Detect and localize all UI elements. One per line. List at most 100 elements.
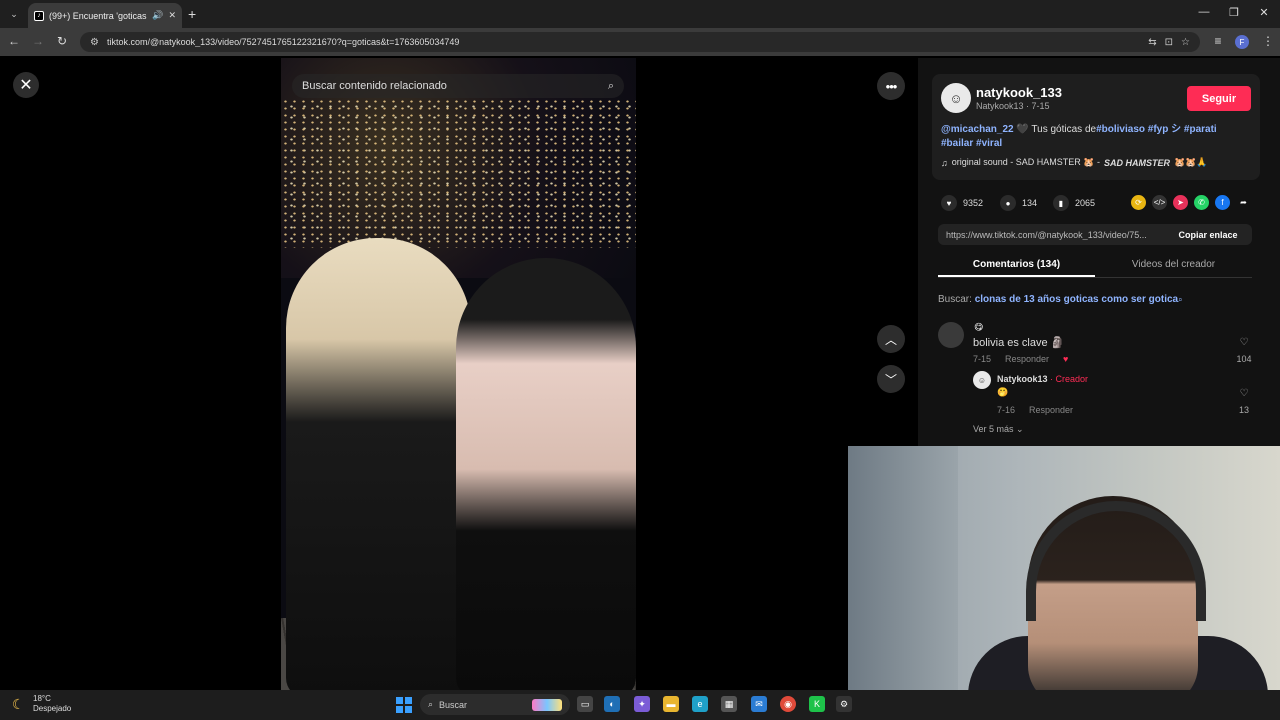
reply-author[interactable]: Natykook13 · Creador xyxy=(997,374,1088,384)
related-search-bar[interactable]: Buscar contenido relacionado ⌕ xyxy=(292,74,624,98)
minimize-icon[interactable]: — xyxy=(1196,6,1212,18)
sound-prefix: original sound - SAD HAMSTER 🐹 - xyxy=(951,157,1100,167)
tab-creator-videos[interactable]: Videos del creador xyxy=(1095,256,1252,277)
kick-icon[interactable]: K xyxy=(809,696,825,712)
follow-button[interactable]: Seguir xyxy=(1187,86,1251,111)
reply-date: 7-16 xyxy=(997,405,1016,415)
send-icon[interactable]: ➤ xyxy=(1173,195,1188,210)
facebook-icon[interactable]: f xyxy=(1215,195,1230,210)
browser-tab[interactable]: ♪ (99+) Encuentra 'goticas' en 🔊 ✕ xyxy=(28,3,182,28)
search-suggestion[interactable]: Buscar: clonas de 13 años goticas como s… xyxy=(938,294,1183,305)
comment-meta: 7-15 Responder ♥ xyxy=(973,354,1068,364)
view-more-replies[interactable]: Ver 5 más ⌄ xyxy=(973,424,1024,435)
site-info-icon[interactable]: ⚙ xyxy=(90,37,99,48)
tab-title: (99+) Encuentra 'goticas' en xyxy=(49,10,148,21)
close-window-icon[interactable]: ✕ xyxy=(1256,6,1272,19)
embed-icon[interactable]: </> xyxy=(1152,195,1167,210)
video-caption: @micachan_22 🖤 Tus góticas de#boliviaso … xyxy=(941,123,1241,151)
taskbar-search-label: Buscar xyxy=(439,699,468,710)
sound-link[interactable]: ♫ original sound - SAD HAMSTER 🐹 - SAD H… xyxy=(941,157,1208,168)
back-icon[interactable]: ← xyxy=(6,34,22,48)
sound-name: SAD HAMSTER xyxy=(1104,157,1171,168)
tab-search-icon[interactable]: ⌄ xyxy=(6,6,22,22)
comment-text: bolivia es clave 🗿 xyxy=(973,337,1065,349)
copy-link-button[interactable]: Copiar enlace xyxy=(1164,230,1252,240)
reply-reply-button[interactable]: Responder xyxy=(1029,405,1073,415)
browser-menu-icon[interactable]: ⋮ xyxy=(1260,34,1276,48)
reload-icon[interactable]: ↻ xyxy=(54,34,70,48)
webcam-overlay xyxy=(848,446,1280,690)
address-bar[interactable]: ⚙ tiktok.com/@natykook_133/video/7527451… xyxy=(80,32,1200,52)
search-suggestion-prefix: Buscar: xyxy=(938,294,975,305)
city-lights xyxy=(281,98,636,248)
install-icon[interactable]: ⊡ xyxy=(1165,37,1173,48)
chrome-icon[interactable]: ◉ xyxy=(780,696,796,712)
author-avatar[interactable]: ☺ xyxy=(941,83,971,113)
reply-avatar[interactable]: ☺ xyxy=(973,371,991,389)
comment-icon[interactable]: ● xyxy=(1000,195,1016,211)
commenter-avatar[interactable] xyxy=(938,322,964,348)
share-arrow-icon[interactable]: ➦ xyxy=(1236,195,1251,210)
like-stat[interactable]: ♥ 9352 xyxy=(941,195,983,211)
search-icon[interactable]: ⌕ xyxy=(608,80,614,93)
tiktok-icon: ♪ xyxy=(34,10,44,21)
task-view-icon[interactable]: ▭ xyxy=(577,696,593,712)
weather-widget[interactable]: 18°C Despejado xyxy=(33,694,71,714)
taskbar-search[interactable]: ⌕ Buscar xyxy=(420,694,570,715)
heart-icon[interactable]: ♥ xyxy=(941,195,957,211)
reply-author-name[interactable]: Natykook13 xyxy=(997,374,1048,384)
profile-avatar[interactable]: F xyxy=(1235,35,1249,49)
settings-gear-icon[interactable]: ⚙ xyxy=(836,696,852,712)
caption-text: 🖤 Tus góticas de xyxy=(1013,124,1097,135)
close-video-button[interactable]: ✕ xyxy=(13,72,39,98)
caption-hashtag-parati[interactable]: シ #parati xyxy=(1168,124,1217,135)
bookmark-star-icon[interactable]: ☆ xyxy=(1181,37,1190,48)
caption-hashtag-bolivia[interactable]: #bolivia xyxy=(1096,124,1133,135)
file-explorer-icon[interactable]: ▬ xyxy=(663,696,679,712)
extensions-icon[interactable]: ≡ xyxy=(1210,34,1226,48)
forward-icon[interactable]: → xyxy=(30,34,46,48)
comment-reply-button[interactable]: Responder xyxy=(1005,354,1049,364)
mail-icon[interactable]: ✉ xyxy=(751,696,767,712)
windows-start-icon[interactable] xyxy=(396,697,412,713)
caption-hashtags-line2[interactable]: #bailar #viral xyxy=(941,138,1002,149)
panel-tabs: Comentarios (134) Videos del creador xyxy=(938,256,1252,278)
author-subtitle: Natykook13 · 7-15 xyxy=(976,101,1050,111)
reply-heart-icon[interactable]: ♡ xyxy=(1234,388,1254,399)
bookmark-icon[interactable]: ▮ xyxy=(1053,195,1069,211)
copilot-icon[interactable]: ✦ xyxy=(634,696,650,712)
repost-icon[interactable]: ⟳ xyxy=(1131,195,1146,210)
author-username[interactable]: natykook_133 xyxy=(976,85,1062,100)
edge-icon[interactable]: e xyxy=(692,696,708,712)
search-suggestion-query[interactable]: clonas de 13 años goticas como ser gotic… xyxy=(975,294,1178,305)
url-text: tiktok.com/@natykook_133/video/752745176… xyxy=(106,37,460,47)
search-small-icon: ⌕ xyxy=(1178,295,1183,304)
tab-comments[interactable]: Comentarios (134) xyxy=(938,256,1095,277)
creator-liked-icon: ♥ xyxy=(1063,354,1069,364)
creator-badge: · Creador xyxy=(1047,374,1089,384)
comment-stat[interactable]: ● 134 xyxy=(1000,195,1037,211)
translate-icon[interactable]: ⇆ xyxy=(1148,37,1156,48)
sound-suffix: 🐹🐹🙏 xyxy=(1174,157,1208,167)
video-player[interactable] xyxy=(281,58,636,690)
save-stat[interactable]: ▮ 2065 xyxy=(1053,195,1095,211)
caption-hashtag-fyp[interactable]: so #fyp xyxy=(1133,124,1168,135)
moon-icon[interactable]: ☾ xyxy=(12,696,25,713)
widgets-icon[interactable]: ◐ xyxy=(604,696,620,712)
caption-mention[interactable]: @micachan_22 xyxy=(941,124,1014,135)
previous-video-button[interactable]: ︿ xyxy=(877,325,905,353)
related-search-placeholder: Buscar contenido relacionado xyxy=(302,80,447,92)
speaker-icon[interactable]: 🔊 xyxy=(152,10,163,21)
more-options-button[interactable]: ••• xyxy=(877,72,905,100)
maximize-icon[interactable]: ❐ xyxy=(1226,6,1242,19)
share-link-text[interactable]: https://www.tiktok.com/@natykook_133/vid… xyxy=(946,230,1164,240)
next-video-button[interactable]: ﹀ xyxy=(877,365,905,393)
store-icon[interactable]: ▦ xyxy=(721,696,737,712)
taskbar-search-icon: ⌕ xyxy=(428,699,434,709)
reply-emoji: 🤭 xyxy=(997,387,1009,397)
new-tab-button[interactable]: + xyxy=(188,6,196,22)
comment-heart-icon[interactable]: ♡ xyxy=(1234,337,1254,348)
whatsapp-icon[interactable]: ✆ xyxy=(1194,195,1209,210)
close-tab-icon[interactable]: ✕ xyxy=(168,10,176,21)
comment-count: 134 xyxy=(1022,198,1038,208)
